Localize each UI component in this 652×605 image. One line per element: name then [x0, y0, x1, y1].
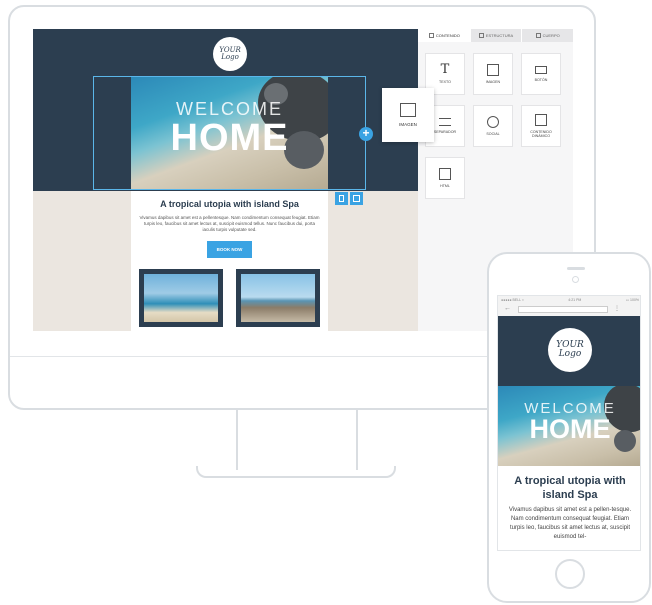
book-now-button[interactable]: BOOK NOW [207, 241, 252, 258]
image-icon [400, 103, 416, 117]
gallery-image-pier[interactable] [236, 269, 320, 327]
grid-icon [428, 33, 434, 38]
phone-home-button[interactable] [555, 559, 585, 589]
tile-html[interactable]: HTML [425, 157, 465, 199]
image-icon [487, 64, 499, 76]
hero-home-text: HOME [529, 414, 611, 444]
dynamic-content-icon [535, 114, 547, 126]
text-icon: T [440, 62, 450, 77]
monitor-stand [236, 410, 358, 470]
gallery-image-beach[interactable] [139, 269, 223, 327]
duplicate-block-icon[interactable] [350, 192, 363, 205]
monitor-base [196, 466, 396, 478]
button-icon [535, 66, 547, 74]
phone-screen: ●●●●● BELL ≈ 4:21 PM ▭ 100% ← ⋮ YOUR Log… [497, 295, 641, 551]
status-time: 4:21 PM [568, 298, 582, 302]
tile-imagen[interactable]: IMAGEN [473, 53, 513, 95]
phone-tagline: A tropical utopia with island Spa [514, 475, 626, 501]
delete-block-icon[interactable] [335, 192, 348, 205]
pier-photo [241, 274, 315, 322]
phone-speaker [567, 267, 585, 270]
selected-block-outline[interactable] [93, 76, 366, 190]
carrier-signal: ●●●●● BELL ≈ [501, 298, 524, 302]
tile-social[interactable]: SOCIAL [473, 105, 513, 147]
logo-line2: Logo [221, 53, 239, 61]
phone-hero-image[interactable]: WELCOME HOME [498, 386, 640, 466]
beach-photo [144, 274, 218, 322]
dragging-image-tile[interactable]: IMAGEN [382, 88, 434, 142]
html-icon [439, 168, 451, 180]
email-body-text: Vivamus dapibus sit amet est a pellentes… [139, 215, 320, 232]
phone-logo[interactable]: YOUR Logo [548, 328, 592, 372]
tab-cuerpo[interactable]: CUERPO [521, 29, 573, 42]
phone-camera [572, 276, 579, 283]
logo-line2: Logo [558, 349, 582, 359]
battery-status: ▭ 100% [625, 298, 639, 302]
tab-estructura[interactable]: ESTRUCTURA [469, 29, 522, 42]
social-icon [487, 116, 499, 128]
tile-boton[interactable]: BOTÓN [521, 53, 561, 95]
email-canvas: YOUR Logo WELCOME HOME + A tropical utop… [33, 29, 418, 331]
browser-menu-icon[interactable]: ⋮ [614, 305, 620, 312]
layout-icon [478, 33, 484, 38]
email-tagline: A tropical utopia with island Spa [160, 199, 299, 209]
address-field[interactable] [518, 306, 608, 313]
logo[interactable]: YOUR Logo [213, 37, 247, 71]
tab-contenido[interactable]: CONTENIDO [418, 29, 470, 42]
panel-tabs: CONTENIDO ESTRUCTURA CUERPO [418, 29, 573, 42]
divider-icon [439, 118, 451, 126]
tile-contenido-dinamico[interactable]: CONTENIDO DINÁMICO [521, 105, 561, 147]
back-arrow-icon[interactable]: ← [504, 305, 511, 312]
add-block-plus-icon[interactable]: + [359, 127, 373, 141]
phone-status-bar: ●●●●● BELL ≈ 4:21 PM ▭ 100% [498, 296, 640, 304]
body-icon [535, 33, 541, 38]
phone-body-text: Vivamus dapibus sit amet est a pellen-te… [508, 507, 632, 540]
